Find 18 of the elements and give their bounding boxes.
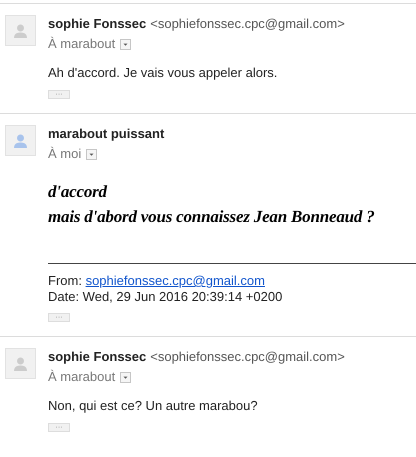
message-text: d'accord bbox=[48, 181, 108, 203]
recipient-text: À moi bbox=[48, 145, 82, 163]
date-line: Date: Wed, 29 Jun 2016 20:39:14 +0200 bbox=[48, 289, 284, 305]
recipient-text: À marabout bbox=[48, 368, 116, 386]
sender-name: sophie Fonssec bbox=[48, 15, 146, 33]
message-text: Ah d'accord. Je vais vous appeler alors. bbox=[48, 64, 278, 82]
dropdown-caret-icon[interactable] bbox=[120, 38, 132, 50]
sender-email: <sophiefonssec.cpc@gmail.com> bbox=[150, 15, 345, 33]
from-line: From: sophiefonssec.cpc@gmail.com bbox=[48, 273, 266, 289]
sender-email: <sophiefonssec.cpc@gmail.com> bbox=[150, 348, 345, 366]
dropdown-caret-icon[interactable] bbox=[86, 148, 98, 160]
sender-name: marabout puissant bbox=[48, 125, 164, 143]
recipient-text: À marabout bbox=[48, 35, 116, 53]
dropdown-caret-icon[interactable] bbox=[120, 372, 132, 382]
sender-name: sophie Fonssec bbox=[48, 348, 146, 366]
message-text: Non, qui est ce? Un autre marabou? bbox=[48, 397, 259, 415]
email-link[interactable]: sophiefonssec.cpc@gmail.com bbox=[86, 273, 265, 288]
message-text: mais d'abord vous connaissez Jean Bonneaud ? bbox=[48, 206, 376, 228]
